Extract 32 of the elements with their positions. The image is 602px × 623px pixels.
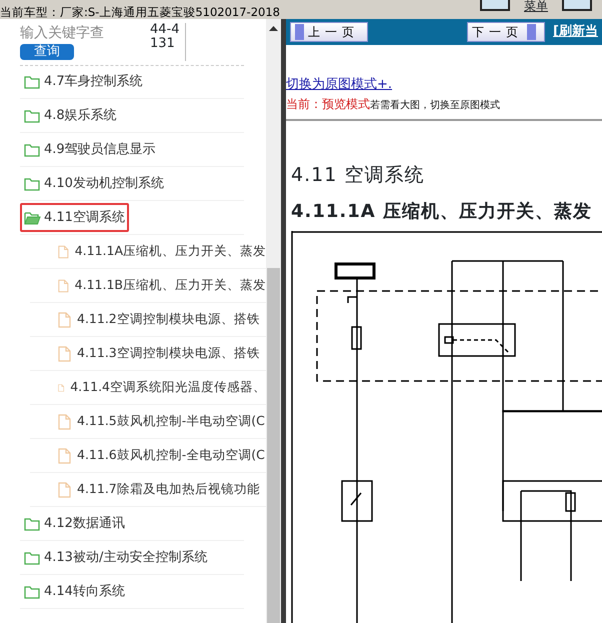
tree-item[interactable]: 4.14转向系统 [20, 576, 129, 606]
code-label: 44-4131 [150, 23, 186, 61]
mode-switch-link[interactable]: 切换为原图模式+. [286, 75, 392, 95]
toolbar-icon[interactable] [562, 0, 592, 11]
mode-hint: 若需看大图，切换至原图模式 [370, 100, 500, 111]
section-title: 4.11 空调系统 [291, 163, 426, 188]
file-icon [58, 278, 69, 294]
toolbar-icon[interactable] [480, 0, 510, 11]
file-icon [58, 346, 71, 362]
tree-item[interactable]: 4.12数据通讯 [20, 508, 129, 538]
search-field[interactable]: 输入关键字查 [20, 23, 140, 44]
next-page-button[interactable]: 下一页 [467, 22, 546, 42]
search-button[interactable]: 查询 [20, 44, 74, 60]
tree-item[interactable]: 4.7车身控制系统 [20, 67, 147, 97]
file-icon [58, 448, 71, 464]
file-icon [58, 482, 71, 498]
scrollbar-thumb[interactable] [267, 268, 280, 623]
tree-item[interactable]: 4.11空调系统 [20, 202, 129, 232]
tree-item[interactable]: 4.9驾驶员信息显示 [20, 134, 160, 164]
menu-link[interactable]: 菜单 [524, 0, 548, 13]
file-icon [58, 312, 71, 328]
file-icon [58, 244, 69, 260]
tree-item[interactable]: 4.8娱乐系统 [20, 100, 121, 130]
vehicle-model-label: 当前车型：厂家:S-上海通用五菱宝骏5102017-2018 [0, 6, 280, 19]
previous-page-button[interactable]: 上一页 [290, 22, 368, 42]
subsection-title: 4.11.1A 压缩机、压力开关、蒸发 [291, 200, 593, 224]
scroll-up-icon[interactable] [269, 25, 278, 32]
file-icon [58, 414, 71, 430]
tree-item[interactable]: 4.13被动/主动安全控制系统 [20, 542, 212, 572]
tree-item[interactable]: 4.10发动机控制系统 [20, 168, 168, 198]
mode-status: 当前：预览模式 [286, 96, 370, 111]
refresh-link[interactable]: [刷新当 [553, 22, 598, 42]
